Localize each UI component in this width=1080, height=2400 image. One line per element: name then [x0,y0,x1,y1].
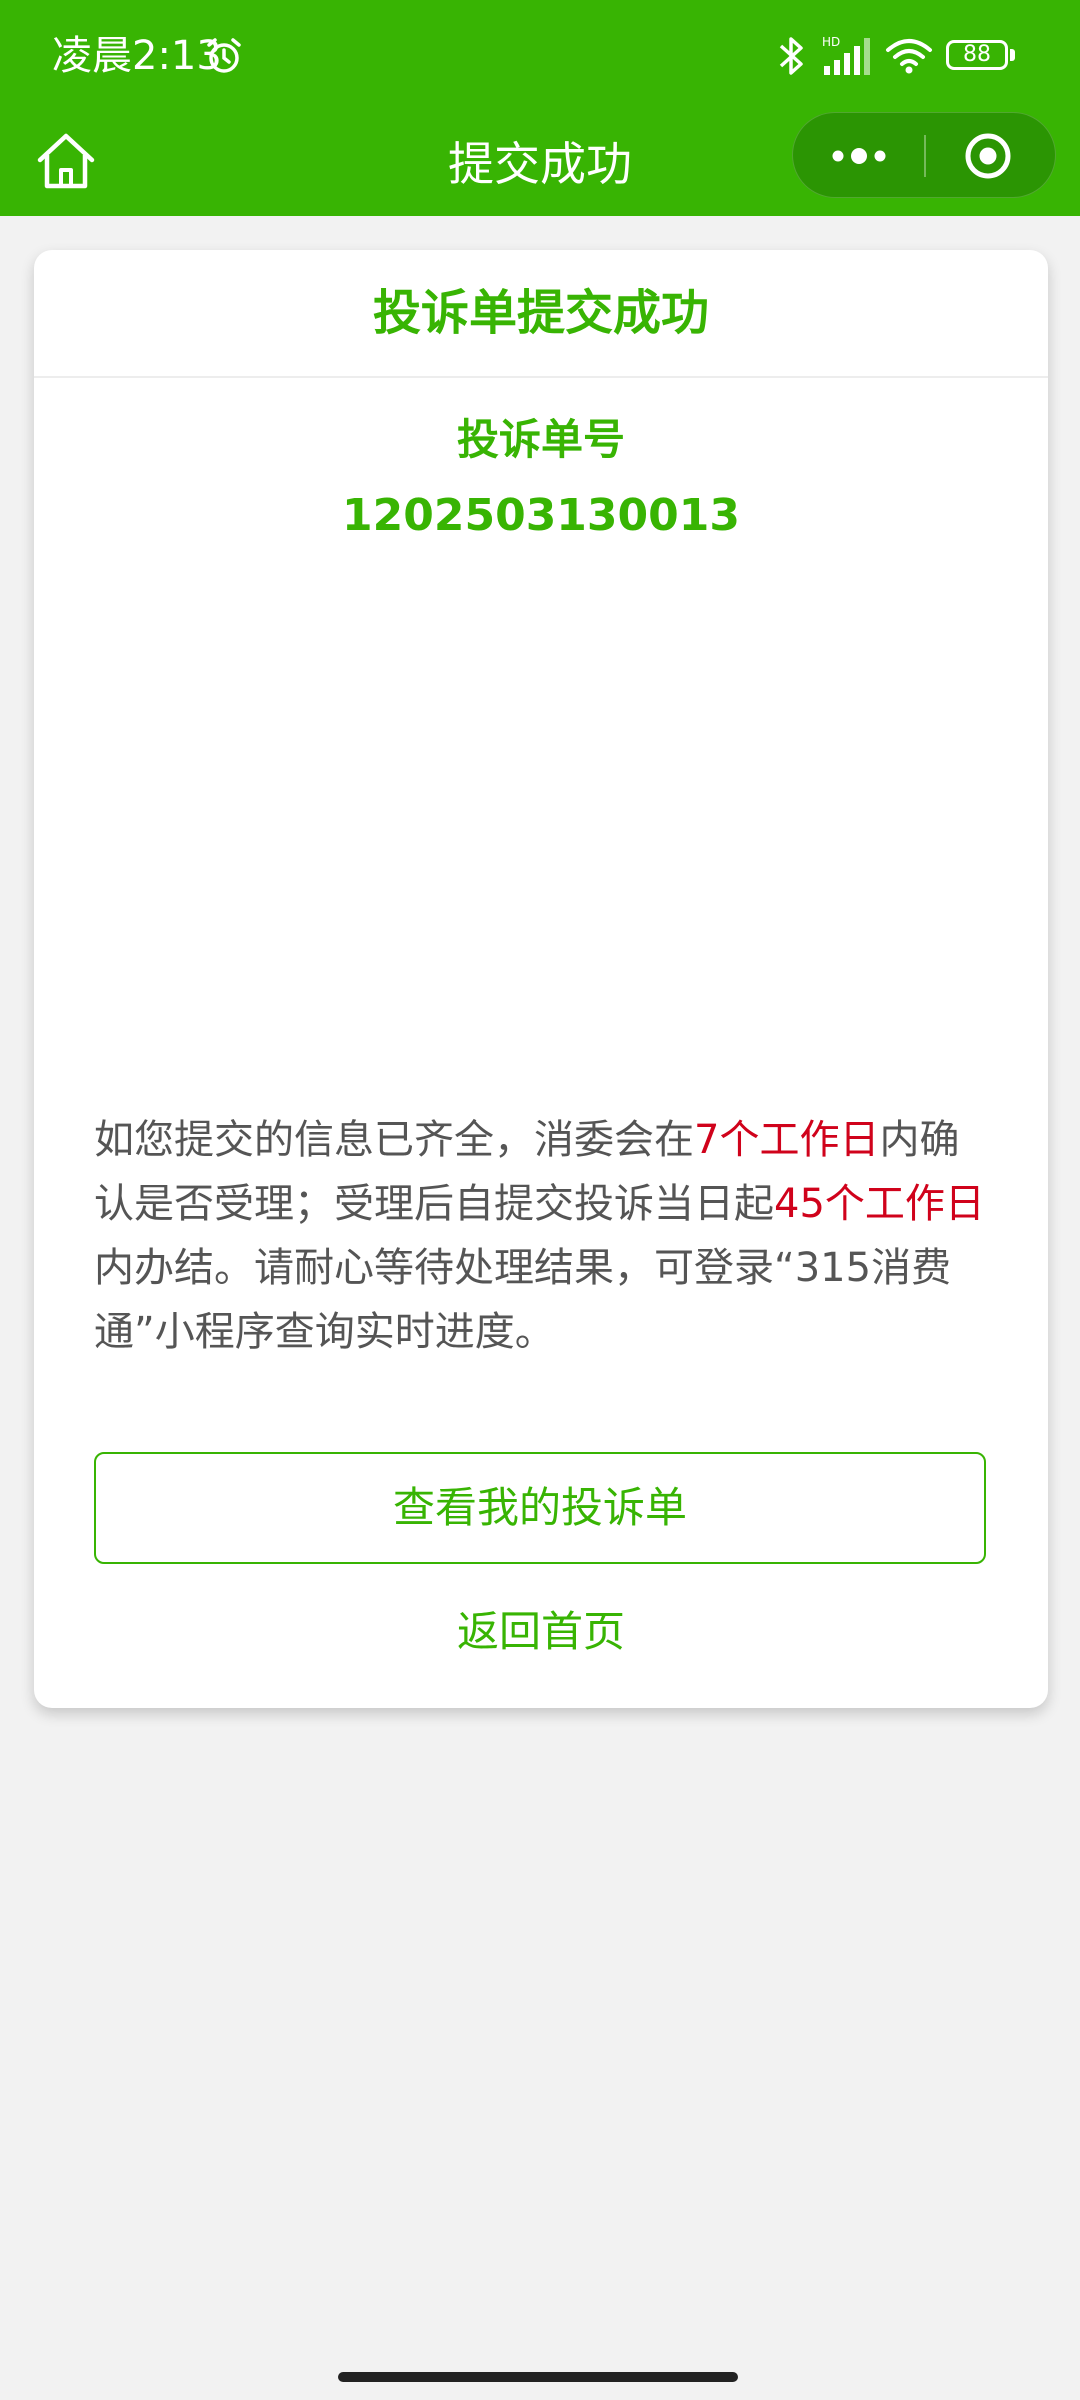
success-card: 投诉单提交成功 投诉单号 1202503130013 如您提交的信息已齐全，消委… [34,250,1048,1708]
notice-part-3: 内办结。请耐心等待处理结果，可登录“315消费通”小程序查询实时进度。 [94,1245,952,1355]
signal-icon: HD [822,35,870,75]
gesture-bar[interactable] [338,2372,738,2382]
notice-highlight-7-days: 7个工作日 [694,1117,880,1163]
notice-highlight-45-days: 45个工作日 [774,1181,985,1227]
wifi-icon [886,39,932,74]
mini-program-capsule [792,112,1056,198]
target-close-icon[interactable] [926,113,1057,199]
complaint-number: 1202503130013 [342,490,740,541]
app-header: 凌晨2:13 HD 88 提交成功 [0,0,1080,216]
card-divider [34,376,1048,378]
battery-level: 88 [946,40,1008,70]
signal-hd-label: HD [822,35,840,49]
battery-indicator: 88 [946,40,1008,70]
nav-bar: 提交成功 [0,112,1080,216]
notice-part-1: 如您提交的信息已齐全，消委会在 [94,1117,694,1163]
status-time: 凌晨2:13 [52,33,222,79]
complaint-number-label: 投诉单号 [456,415,625,464]
battery-tip [1010,49,1015,61]
view-my-complaints-button[interactable]: 查看我的投诉单 [94,1452,986,1564]
home-icon[interactable] [30,122,102,202]
bluetooth-icon [779,37,803,75]
card-title: 投诉单提交成功 [372,285,709,341]
notice-text: 如您提交的信息已齐全，消委会在7个工作日内确认是否受理；受理后自提交投诉当日起4… [94,1108,994,1364]
back-home-link[interactable]: 返回首页 [34,1602,1048,1662]
status-bar: 凌晨2:13 HD 88 [0,0,1080,112]
more-dots-icon[interactable] [793,113,924,199]
alarm-icon [207,38,241,73]
